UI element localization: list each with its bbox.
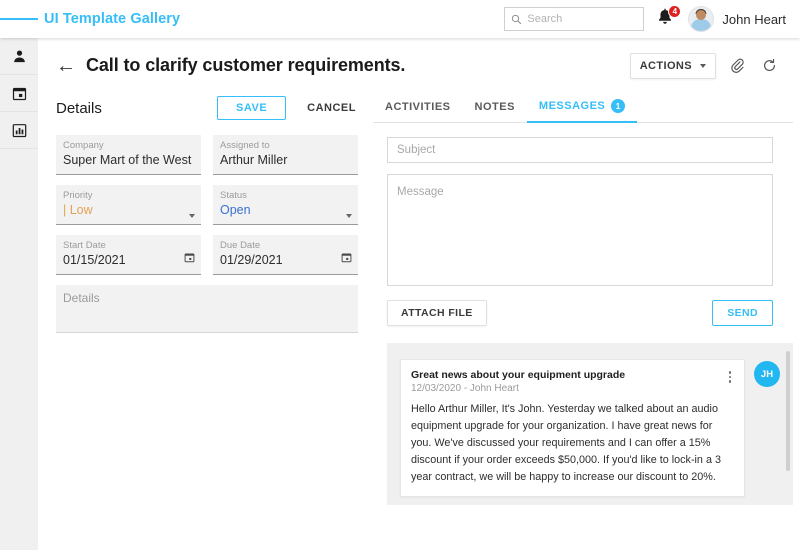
tab-notes-label: NOTES [475,101,515,113]
search-placeholder: Search [527,13,562,25]
messages-panel: ACTIVITIES NOTES MESSAGES 1 Subject [373,91,793,505]
hamburger-icon[interactable] [0,0,38,38]
actions-button-label: ACTIONS [640,60,692,72]
message-title: Great news about your equipment upgrade [411,368,625,382]
message-textarea[interactable]: Message [387,174,773,286]
back-arrow-icon[interactable]: ← [56,56,76,76]
actions-button[interactable]: ACTIONS [630,53,716,79]
sidebar [0,38,38,550]
status-label: Status [220,190,351,202]
sidebar-item-contacts[interactable] [0,38,38,75]
message-heading-group: Great news about your equipment upgrade … [411,368,625,396]
paperclip-icon [730,58,745,73]
tab-activities-label: ACTIVITIES [385,101,451,113]
avatar [688,6,714,32]
user-menu[interactable]: John Heart [688,6,786,32]
kebab-menu-icon[interactable] [723,368,735,383]
body-columns: Details SAVE CANCEL Company Super Mart o… [38,83,800,505]
details-form: Company Super Mart of the West Assigned … [56,135,363,333]
details-notes-placeholder: Details [63,290,351,307]
user-name-label: John Heart [722,12,786,27]
message-card[interactable]: Great news about your equipment upgrade … [400,359,745,497]
user-icon [12,49,27,64]
chart-icon [12,123,27,138]
details-notes-field[interactable]: Details [56,285,358,333]
subject-input[interactable]: Subject [387,137,773,163]
attach-file-button[interactable]: ATTACH FILE [387,300,487,326]
message-placeholder: Message [397,186,444,198]
save-button[interactable]: SAVE [217,96,286,120]
calendar-icon[interactable] [184,250,195,268]
page-header-actions: ACTIONS [630,53,780,79]
page-header: ← Call to clarify customer requirements.… [38,38,800,83]
due-date-value: 01/29/2021 [220,252,351,269]
page-title: Call to clarify customer requirements. [86,55,405,76]
assigned-to-label: Assigned to [220,140,351,152]
message-avatar: JH [754,361,780,387]
compose-form: Subject Message ATTACH FILE SEND [373,123,793,326]
send-button[interactable]: SEND [712,300,773,326]
message-card-header: Great news about your equipment upgrade … [411,368,734,396]
assigned-to-value: Arthur Miller [220,152,351,169]
calendar-icon[interactable] [341,250,352,268]
priority-label: Priority [63,190,194,202]
status-value: Open [220,202,351,219]
priority-select[interactable]: Priority | Low [56,185,201,225]
tab-activities[interactable]: ACTIVITIES [373,101,463,122]
message-list[interactable]: Great news about your equipment upgrade … [387,343,793,505]
cancel-button[interactable]: CANCEL [300,96,363,120]
company-field[interactable]: Company Super Mart of the West [56,135,201,175]
message-list-scrollbar[interactable] [786,351,790,471]
attach-button[interactable] [726,55,748,77]
start-date-field[interactable]: Start Date 01/15/2021 [56,235,201,275]
details-panel: Details SAVE CANCEL Company Super Mart o… [38,91,363,505]
chevron-down-icon [700,64,706,68]
list-item: Great news about your equipment upgrade … [400,359,780,497]
notifications-button[interactable]: 4 [656,8,676,30]
status-select[interactable]: Status Open [213,185,358,225]
company-value: Super Mart of the West [63,152,194,169]
tab-messages[interactable]: MESSAGES 1 [527,99,637,122]
details-heading: Details [56,100,102,117]
message-meta: 12/03/2020 - John Heart [411,382,625,396]
tab-notes[interactable]: NOTES [463,101,527,122]
chevron-down-icon [346,214,352,218]
compose-actions: ATTACH FILE SEND [387,300,773,326]
main-content: ← Call to clarify customer requirements.… [38,38,800,550]
chevron-down-icon [189,214,195,218]
priority-value: | Low [63,202,194,219]
calendar-icon [12,86,27,101]
details-buttons: SAVE CANCEL [217,96,363,120]
tab-messages-badge: 1 [611,99,625,113]
assigned-to-field[interactable]: Assigned to Arthur Miller [213,135,358,175]
app-root: UI Template Gallery Search 4 [0,0,800,550]
tab-messages-label: MESSAGES [539,100,605,112]
search-icon [511,14,522,25]
notification-badge: 4 [668,5,681,18]
refresh-icon [762,58,777,73]
message-body: Hello Arthur Miller, It's John. Yesterda… [411,401,734,486]
search-input[interactable]: Search [504,7,644,31]
details-header: Details SAVE CANCEL [56,91,363,125]
due-date-field[interactable]: Due Date 01/29/2021 [213,235,358,275]
subject-placeholder: Subject [397,144,435,156]
company-label: Company [63,140,194,152]
start-date-label: Start Date [63,240,194,252]
start-date-value: 01/15/2021 [63,252,194,269]
app-brand-title: UI Template Gallery [44,11,180,27]
refresh-button[interactable] [758,55,780,77]
top-bar-right: Search 4 John Heart [504,6,800,32]
sidebar-item-analytics[interactable] [0,112,38,149]
tab-bar: ACTIVITIES NOTES MESSAGES 1 [373,91,793,123]
top-bar: UI Template Gallery Search 4 [0,0,800,38]
sidebar-item-calendar[interactable] [0,75,38,112]
due-date-label: Due Date [220,240,351,252]
